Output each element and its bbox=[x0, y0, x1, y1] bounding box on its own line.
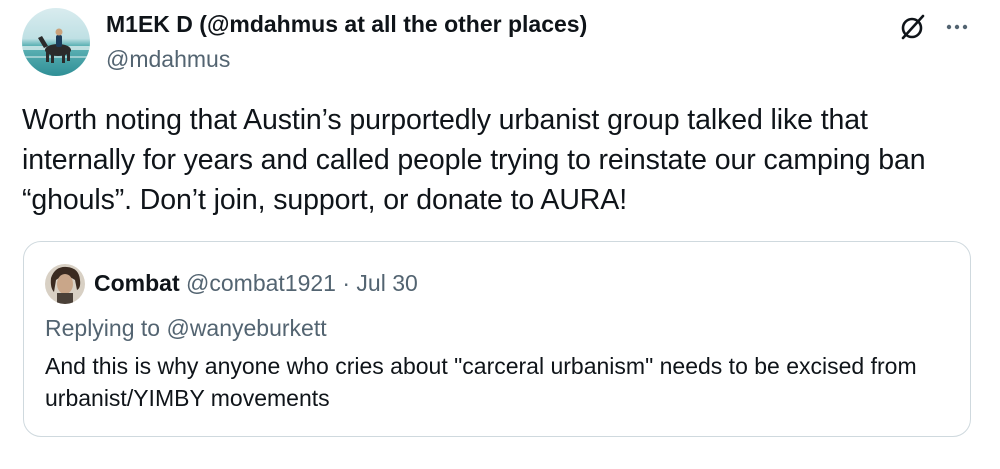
author-avatar[interactable] bbox=[22, 8, 90, 76]
quote-author-handle[interactable]: @combat1921 bbox=[186, 270, 336, 296]
replying-to-prefix: Replying to bbox=[45, 315, 161, 341]
quote-header: Combat @combat1921 · Jul 30 bbox=[94, 268, 418, 298]
slashed-circle-icon[interactable] bbox=[896, 10, 930, 44]
more-dots-icon[interactable] bbox=[940, 10, 974, 44]
author-display-name[interactable]: M1EK D (@mdahmus at all the other places… bbox=[106, 9, 587, 39]
quote-date[interactable]: Jul 30 bbox=[356, 270, 417, 296]
tweet-text: Worth noting that Austin’s purportedly u… bbox=[22, 104, 926, 216]
quote-separator: · bbox=[342, 270, 351, 296]
quote-author-avatar[interactable] bbox=[45, 264, 85, 304]
author-handle[interactable]: @mdahmus bbox=[106, 44, 587, 74]
horse-rider-beach-avatar bbox=[22, 8, 90, 76]
quoted-tweet[interactable]: Combat @combat1921 · Jul 30 Replying to … bbox=[23, 241, 971, 437]
replying-to-line: Replying to @wanyeburkett bbox=[45, 313, 327, 343]
author-block: M1EK D (@mdahmus at all the other places… bbox=[106, 9, 587, 74]
quote-text: And this is why anyone who cries about "… bbox=[45, 353, 917, 411]
replying-to-handle[interactable]: @wanyeburkett bbox=[166, 315, 326, 341]
quote-author-name[interactable]: Combat bbox=[94, 270, 180, 296]
portrait-avatar-icon bbox=[45, 264, 85, 304]
tweet: M1EK D (@mdahmus at all the other places… bbox=[0, 0, 1000, 469]
